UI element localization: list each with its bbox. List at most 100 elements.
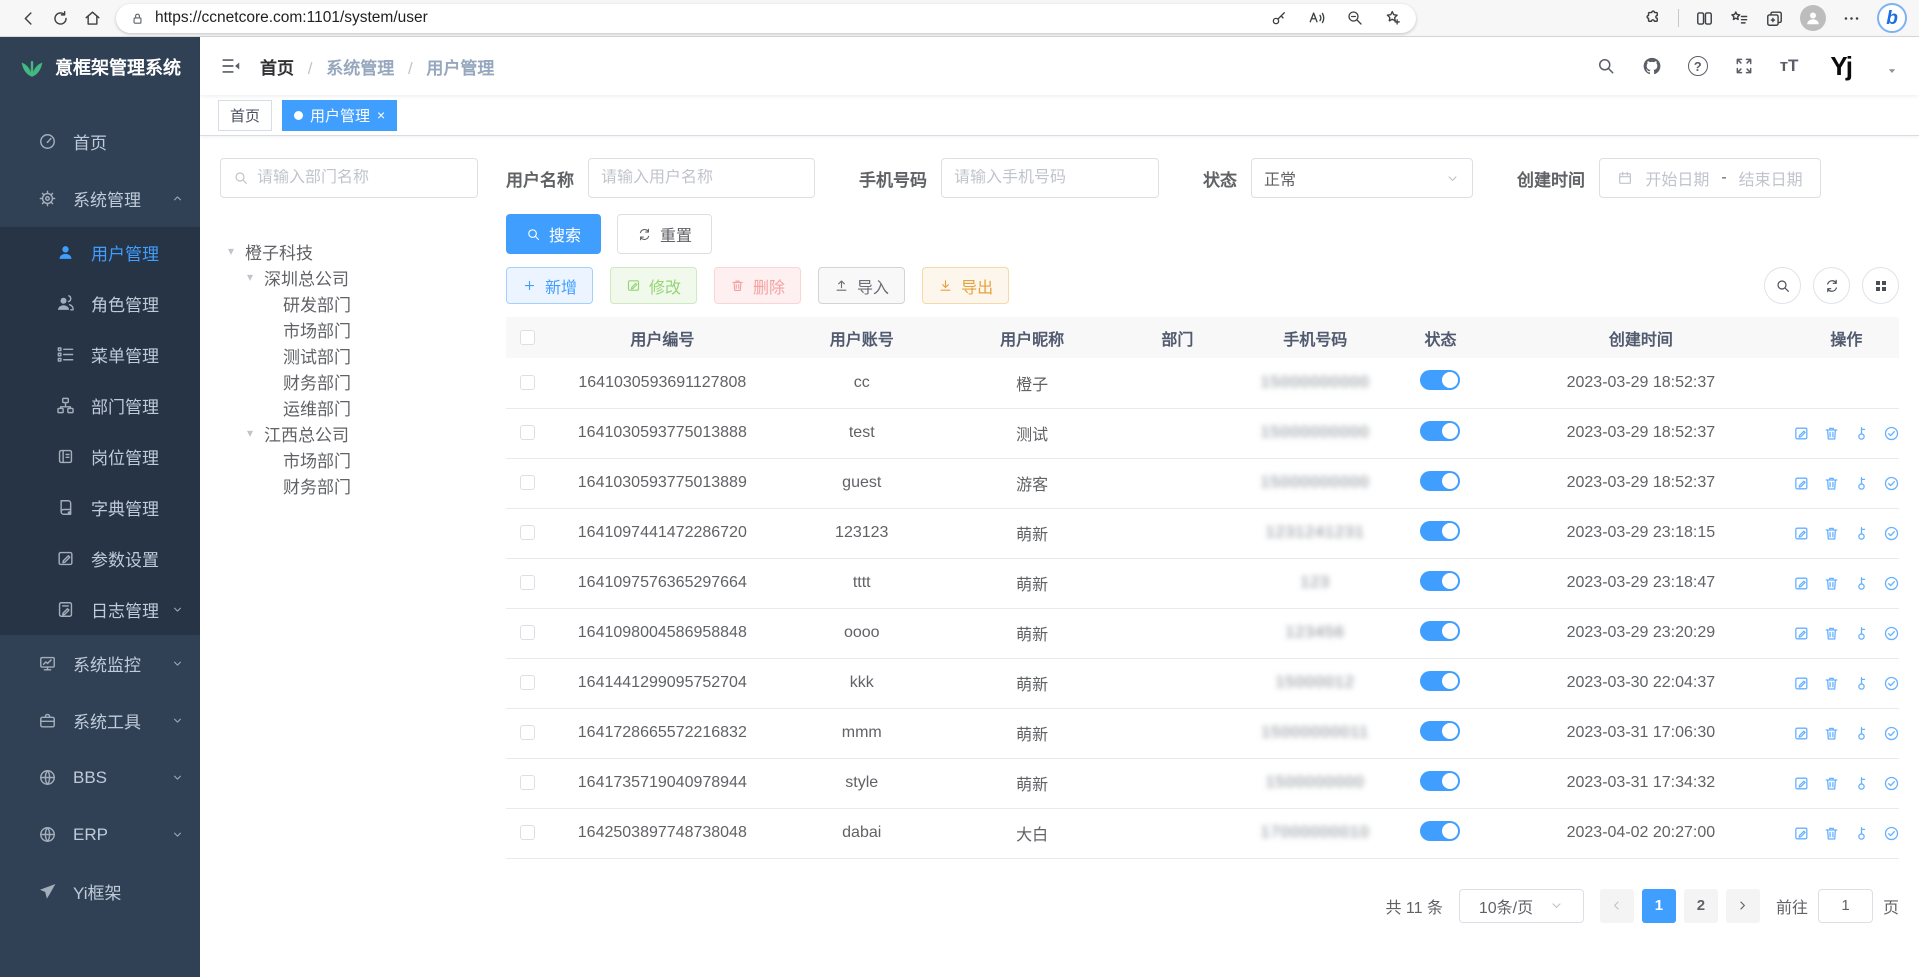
row-reset-password-icon[interactable]: [1853, 625, 1870, 642]
row-checkbox[interactable]: [520, 475, 535, 490]
status-toggle[interactable]: [1420, 370, 1460, 390]
breadcrumb-system[interactable]: 系统管理: [326, 59, 394, 78]
sidebar-item-bbs[interactable]: BBS: [0, 749, 200, 806]
row-reset-password-icon[interactable]: [1853, 475, 1870, 492]
row-delete-icon[interactable]: [1823, 525, 1840, 542]
export-button[interactable]: 导出: [922, 267, 1009, 304]
sidebar-item-post[interactable]: 岗位管理: [0, 431, 200, 482]
header-search-icon[interactable]: [1596, 56, 1616, 76]
row-checkbox[interactable]: [520, 525, 535, 540]
zoom-out-icon[interactable]: [1346, 9, 1364, 27]
row-reset-password-icon[interactable]: [1853, 725, 1870, 742]
row-delete-icon[interactable]: [1823, 825, 1840, 842]
row-delete-icon[interactable]: [1823, 675, 1840, 692]
row-checkbox[interactable]: [520, 825, 535, 840]
row-checkbox[interactable]: [520, 675, 535, 690]
github-icon[interactable]: [1642, 56, 1662, 76]
row-assign-role-icon[interactable]: [1883, 675, 1900, 692]
add-button[interactable]: 新增: [506, 267, 593, 304]
row-reset-password-icon[interactable]: [1853, 525, 1870, 542]
tree-node[interactable]: 财务部门: [220, 472, 478, 498]
address-bar[interactable]: https://ccnetcore.com:1101/system/user: [116, 4, 1416, 33]
goto-page-input[interactable]: [1818, 889, 1873, 923]
phone-field[interactable]: [954, 169, 1146, 187]
dept-search-input[interactable]: [220, 158, 478, 198]
phone-input[interactable]: [941, 158, 1159, 198]
refresh-table-button[interactable]: [1813, 267, 1850, 304]
sidebar-item-log[interactable]: 日志管理: [0, 584, 200, 635]
page-button-1[interactable]: 1: [1642, 889, 1676, 923]
password-key-icon[interactable]: [1270, 9, 1288, 27]
row-checkbox[interactable]: [520, 575, 535, 590]
bing-copilot-icon[interactable]: b: [1877, 3, 1907, 33]
url-text[interactable]: https://ccnetcore.com:1101/system/user: [155, 9, 428, 27]
row-reset-password-icon[interactable]: [1853, 675, 1870, 692]
status-toggle[interactable]: [1420, 571, 1460, 591]
favorites-icon[interactable]: [1730, 9, 1749, 28]
row-checkbox[interactable]: [520, 425, 535, 440]
close-tab-icon[interactable]: ×: [377, 107, 385, 123]
row-delete-icon[interactable]: [1823, 425, 1840, 442]
sidebar-item-system[interactable]: 系统管理: [0, 170, 200, 227]
row-reset-password-icon[interactable]: [1853, 775, 1870, 792]
tree-node[interactable]: 研发部门: [220, 290, 478, 316]
row-delete-icon[interactable]: [1823, 725, 1840, 742]
status-toggle[interactable]: [1420, 771, 1460, 791]
row-edit-icon[interactable]: [1793, 725, 1810, 742]
row-checkbox[interactable]: [520, 725, 535, 740]
status-toggle[interactable]: [1420, 721, 1460, 741]
collections-icon[interactable]: [1765, 9, 1784, 28]
username-field[interactable]: [601, 169, 802, 187]
row-checkbox[interactable]: [520, 375, 535, 390]
browser-profile-avatar[interactable]: [1800, 5, 1826, 31]
font-size-icon[interactable]: тT: [1780, 56, 1799, 76]
modify-button[interactable]: 修改: [610, 267, 697, 304]
row-checkbox[interactable]: [520, 625, 535, 640]
row-checkbox[interactable]: [520, 775, 535, 790]
sidebar-item-yi[interactable]: Yi框架: [0, 863, 200, 920]
tree-node[interactable]: 市场部门: [220, 316, 478, 342]
next-page-button[interactable]: [1726, 889, 1760, 923]
status-toggle[interactable]: [1420, 421, 1460, 441]
row-assign-role-icon[interactable]: [1883, 825, 1900, 842]
sidebar-item-user[interactable]: 用户管理: [0, 227, 200, 278]
refresh-icon[interactable]: [44, 3, 76, 33]
read-aloud-icon[interactable]: [1308, 9, 1326, 27]
page-size-select[interactable]: 10条/页: [1459, 889, 1584, 923]
tree-node[interactable]: ▾江西总公司: [220, 420, 478, 446]
split-screen-icon[interactable]: [1695, 9, 1714, 28]
select-all-checkbox[interactable]: [520, 330, 535, 345]
row-delete-icon[interactable]: [1823, 575, 1840, 592]
row-edit-icon[interactable]: [1793, 625, 1810, 642]
app-logo[interactable]: 意框架管理系统: [0, 37, 200, 97]
user-menu-caret-icon[interactable]: [1885, 64, 1899, 78]
sidebar-item-role[interactable]: 角色管理: [0, 278, 200, 329]
sidebar-item-monitor[interactable]: 系统监控: [0, 635, 200, 692]
settings-more-icon[interactable]: [1842, 9, 1861, 28]
status-toggle[interactable]: [1420, 821, 1460, 841]
sidebar-item-erp[interactable]: ERP: [0, 806, 200, 863]
row-edit-icon[interactable]: [1793, 575, 1810, 592]
prev-page-button[interactable]: [1600, 889, 1634, 923]
tree-node[interactable]: 运维部门: [220, 394, 478, 420]
toggle-search-button[interactable]: [1764, 267, 1801, 304]
row-assign-role-icon[interactable]: [1883, 425, 1900, 442]
date-range-picker[interactable]: 开始日期 - 结束日期: [1599, 158, 1821, 198]
row-edit-icon[interactable]: [1793, 425, 1810, 442]
sidebar-item-home[interactable]: 首页: [0, 113, 200, 170]
row-assign-role-icon[interactable]: [1883, 725, 1900, 742]
home-icon[interactable]: [76, 3, 108, 33]
row-edit-icon[interactable]: [1793, 825, 1810, 842]
tree-node[interactable]: 市场部门: [220, 446, 478, 472]
status-toggle[interactable]: [1420, 671, 1460, 691]
breadcrumb-home[interactable]: 首页: [260, 59, 294, 78]
row-reset-password-icon[interactable]: [1853, 575, 1870, 592]
sidebar-item-tool[interactable]: 系统工具: [0, 692, 200, 749]
row-assign-role-icon[interactable]: [1883, 525, 1900, 542]
sidebar-item-config[interactable]: 参数设置: [0, 533, 200, 584]
row-assign-role-icon[interactable]: [1883, 775, 1900, 792]
row-delete-icon[interactable]: [1823, 475, 1840, 492]
row-edit-icon[interactable]: [1793, 775, 1810, 792]
tree-node[interactable]: ▾深圳总公司: [220, 264, 478, 290]
delete-button[interactable]: 删除: [714, 267, 801, 304]
